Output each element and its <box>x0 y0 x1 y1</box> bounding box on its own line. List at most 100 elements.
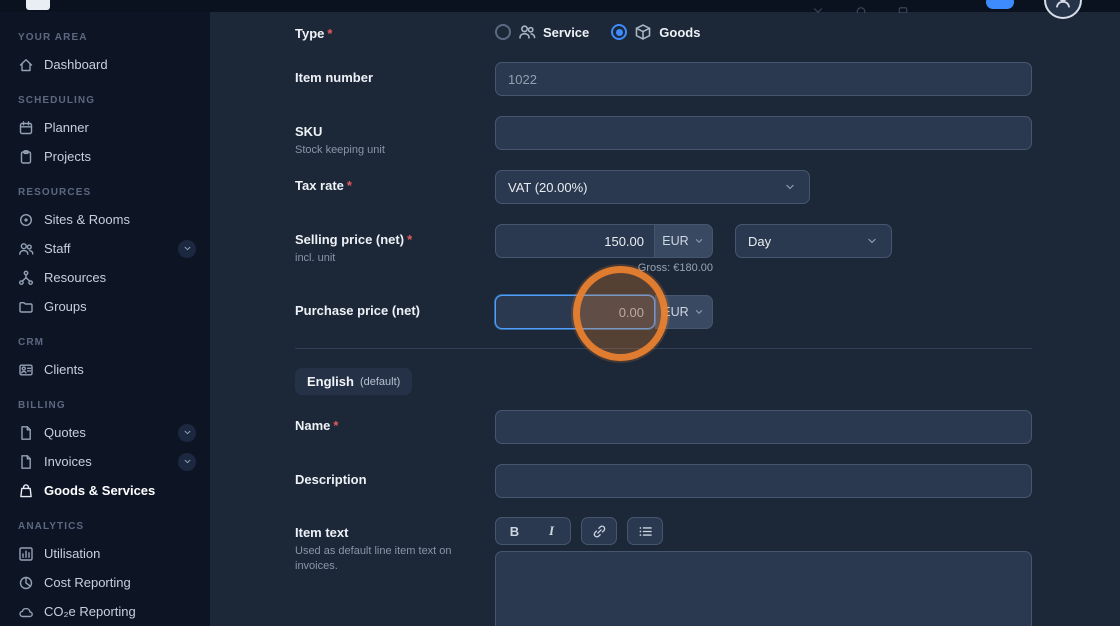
sku-input[interactable] <box>495 116 1032 150</box>
chevron-down-icon <box>182 243 193 254</box>
name-input[interactable] <box>495 410 1032 444</box>
sidebar-item-label: Clients <box>44 362 84 377</box>
field-purchase-price: Purchase price (net) EUR <box>295 295 1120 329</box>
chevron-down-icon <box>182 456 193 467</box>
language-tab-badge: (default) <box>360 376 400 388</box>
sidebar-item-label: Invoices <box>44 454 92 469</box>
folder-icon <box>18 299 34 315</box>
required-asterisk: * <box>347 178 352 193</box>
topbar-icon-stub[interactable] <box>897 1 909 10</box>
branch-icon <box>18 270 34 286</box>
sidebar-item-invoices[interactable]: Invoices <box>0 447 210 476</box>
item-number-input[interactable] <box>495 62 1032 96</box>
clients-icon <box>18 362 34 378</box>
selling-price-group: EUR <box>495 224 713 258</box>
sidebar-item-label: Quotes <box>44 425 86 440</box>
description-input[interactable] <box>495 464 1032 498</box>
field-label: Item number <box>295 70 373 85</box>
sidebar-section-title: CRM <box>18 337 192 349</box>
tax-rate-value: VAT (20.00%) <box>508 180 587 195</box>
type-option-goods[interactable]: Goods <box>611 23 700 41</box>
sidebar-item-resources[interactable]: Resources <box>0 263 210 292</box>
field-label: Selling price (net)* <box>295 232 412 247</box>
list-icon <box>638 524 653 539</box>
sidebar-item-goods-services[interactable]: Goods & Services <box>0 476 210 505</box>
location-icon <box>18 212 34 228</box>
sidebar-item-cost-reporting[interactable]: Cost Reporting <box>0 568 210 597</box>
expand-button[interactable] <box>178 240 196 258</box>
sidebar-item-label: Planner <box>44 120 89 135</box>
type-radio-group: Service Goods <box>495 20 700 41</box>
sidebar-item-staff[interactable]: Staff <box>0 234 210 263</box>
radio-selected[interactable] <box>611 24 627 40</box>
sidebar-item-dashboard[interactable]: Dashboard <box>0 50 210 79</box>
sidebar-item-co-e-reporting[interactable]: CO₂e Reporting <box>0 597 210 626</box>
list-button[interactable] <box>627 517 663 545</box>
sidebar-item-label: CO₂e Reporting <box>44 604 136 619</box>
field-selling-price: Selling price (net)* incl. unit EUR Day <box>295 224 1120 266</box>
selling-price-input[interactable] <box>495 224 655 258</box>
sidebar-item-groups[interactable]: Groups <box>0 292 210 321</box>
field-sublabel: Used as default line item text on invoic… <box>295 544 495 574</box>
home-icon <box>18 57 34 73</box>
field-item-number: Item number <box>295 62 1120 96</box>
sidebar-section-title: BILLING <box>18 400 192 412</box>
field-type: Type* ServiceGoods <box>295 20 1120 41</box>
link-icon <box>592 524 607 539</box>
expand-button[interactable] <box>178 453 196 471</box>
field-label: Item text <box>295 525 348 540</box>
sidebar-section-title: RESOURCES <box>18 187 192 199</box>
topbar-icon-stub[interactable] <box>855 1 867 10</box>
type-option-service[interactable]: Service <box>495 23 589 41</box>
field-label: SKU <box>295 124 322 139</box>
calendar-icon <box>18 120 34 136</box>
app-logo[interactable] <box>26 0 50 10</box>
document-icon <box>18 454 34 470</box>
required-asterisk: * <box>333 418 338 433</box>
sidebar-item-label: Groups <box>44 299 87 314</box>
currency-value: EUR <box>662 234 688 248</box>
sidebar-item-utilisation[interactable]: Utilisation <box>0 539 210 568</box>
field-label: Name* <box>295 418 338 433</box>
language-tab-label: English <box>307 374 354 389</box>
sidebar-item-label: Goods & Services <box>44 483 155 498</box>
field-sublabel: Stock keeping unit <box>295 143 495 158</box>
radio-option-label: Goods <box>659 25 700 40</box>
sidebar-section-title: SCHEDULING <box>18 95 192 107</box>
topbar <box>0 0 1120 12</box>
topbar-toggle[interactable] <box>986 0 1014 9</box>
chevron-down-icon <box>182 427 193 438</box>
box-icon <box>634 23 652 41</box>
field-description: Description <box>295 464 1120 498</box>
chevron-down-icon <box>783 180 797 194</box>
text-style-group: BI <box>495 517 571 545</box>
link-button[interactable] <box>581 517 617 545</box>
tab-language-english[interactable]: English (default) <box>295 368 412 395</box>
required-asterisk: * <box>407 232 412 247</box>
sidebar-section-title: YOUR AREA <box>18 32 192 44</box>
currency-select[interactable]: EUR <box>655 224 713 258</box>
sidebar-item-label: Cost Reporting <box>44 575 131 590</box>
field-tax-rate: Tax rate* VAT (20.00%) <box>295 170 1120 204</box>
sidebar-item-planner[interactable]: Planner <box>0 113 210 142</box>
bar-chart-icon <box>18 546 34 562</box>
sidebar-item-projects[interactable]: Projects <box>0 142 210 171</box>
topbar-icon-stub[interactable] <box>812 1 824 10</box>
sidebar-item-clients[interactable]: Clients <box>0 355 210 384</box>
field-label: Description <box>295 472 367 487</box>
chevron-down-icon <box>693 235 705 247</box>
unit-select[interactable]: Day <box>735 224 892 258</box>
bold-button[interactable]: B <box>496 518 533 544</box>
required-asterisk: * <box>327 26 332 41</box>
sidebar-nav: YOUR AREA Dashboard SCHEDULING Planner Proje… <box>0 12 210 626</box>
expand-button[interactable] <box>178 424 196 442</box>
people-icon <box>18 241 34 257</box>
item-text-editor[interactable] <box>495 551 1032 626</box>
sidebar-item-sites-rooms[interactable]: Sites & Rooms <box>0 205 210 234</box>
italic-button[interactable]: I <box>533 518 570 544</box>
click-highlight-annotation <box>573 266 668 361</box>
sidebar-item-quotes[interactable]: Quotes <box>0 418 210 447</box>
radio-unselected[interactable] <box>495 24 511 40</box>
tax-rate-select[interactable]: VAT (20.00%) <box>495 170 810 204</box>
people-icon <box>518 23 536 41</box>
